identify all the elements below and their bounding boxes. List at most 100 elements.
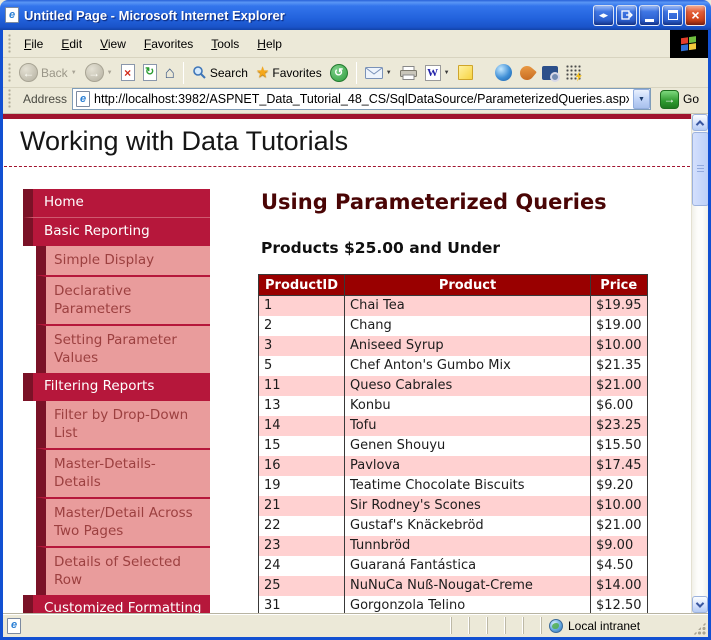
sidebar-item[interactable]: Details of Selected Row [36, 546, 210, 595]
sidebar-item-label: Declarative Parameters [54, 283, 131, 317]
menu-item[interactable]: Tools [202, 32, 248, 56]
sidebar-item[interactable]: Master-Details-Details [36, 448, 210, 497]
menu-item[interactable]: File [15, 32, 52, 56]
close-icon: × [691, 7, 699, 23]
addressbar-grip[interactable] [8, 89, 12, 109]
table-row: 3 Aniseed Syrup $10.00 [259, 336, 648, 356]
popout-window-button[interactable] [616, 5, 637, 26]
address-url[interactable]: http://localhost:3982/ASPNET_Data_Tutori… [94, 92, 629, 106]
edit-with-word-button[interactable]: W ▼ [421, 63, 454, 83]
pan-window-button[interactable]: ◂▸ [593, 5, 614, 26]
toolbar-grip[interactable] [8, 63, 12, 83]
page-top-rule [3, 114, 691, 119]
sidebar-item[interactable]: Filter by Drop-Down List [36, 401, 210, 448]
search-icon [192, 65, 207, 80]
discuss-button[interactable] [454, 63, 477, 82]
scrollbar-thumb[interactable] [692, 132, 708, 206]
table-row: 15 Genen Shouyu $15.50 [259, 436, 648, 456]
cell-price: $17.45 [591, 456, 648, 476]
address-bar: Address e http://localhost:3982/ASPNET_D… [3, 88, 708, 114]
messenger-sphere-icon [495, 64, 512, 81]
research-button[interactable] [516, 64, 538, 82]
sidebar-item-label: Customized Formatting [44, 600, 201, 613]
main-content: Using Parameterized Queries Products $25… [258, 189, 691, 613]
sidebar-item[interactable]: Basic Reporting [23, 217, 210, 246]
address-dropdown-button[interactable]: ▼ [633, 89, 650, 109]
page-icon: e [76, 91, 90, 107]
messenger-button[interactable] [491, 62, 516, 83]
table-row: 14 Tofu $23.25 [259, 416, 648, 436]
favorites-label: Favorites [272, 66, 321, 80]
window-title: Untitled Page - Microsoft Internet Explo… [24, 8, 588, 23]
address-combobox[interactable]: e http://localhost:3982/ASPNET_Data_Tuto… [72, 88, 651, 110]
back-dropdown-icon: ▼ [71, 70, 77, 76]
print-button[interactable] [396, 64, 421, 82]
minimize-button[interactable] [639, 5, 660, 26]
section-subheading: Products $25.00 and Under [261, 239, 691, 257]
vertical-scrollbar[interactable] [691, 114, 708, 613]
favorites-star-icon: ★ [256, 65, 269, 80]
cell-productid: 2 [259, 316, 345, 336]
menu-item[interactable]: Favorites [135, 32, 202, 56]
stop-button[interactable]: × [117, 62, 139, 83]
word-icon: W [425, 65, 441, 81]
home-button[interactable]: ⌂ [161, 62, 179, 83]
menu-item[interactable]: Help [248, 32, 291, 56]
sidebar-item[interactable]: Master/Detail Across Two Pages [36, 497, 210, 546]
stop-icon: × [121, 64, 135, 81]
cell-product: Chef Anton's Gumbo Mix [345, 356, 591, 376]
close-button[interactable]: × [685, 5, 706, 26]
scroll-down-button[interactable] [692, 596, 708, 613]
maximize-icon [668, 10, 678, 20]
cell-product: Gustaf's Knäckebröd [345, 516, 591, 536]
sidebar-item[interactable]: Simple Display [36, 246, 210, 275]
mail-dropdown-icon: ▼ [386, 70, 392, 76]
sidebar-item[interactable]: Customized Formatting [23, 595, 210, 613]
resize-grip[interactable] [693, 622, 706, 635]
cell-product: Gorgonzola Telino [345, 596, 591, 613]
go-button[interactable]: → Go [656, 89, 703, 110]
ie-logo-icon: e [5, 7, 19, 23]
cell-product: Queso Cabrales [345, 376, 591, 396]
reference-button[interactable] [538, 64, 562, 82]
mail-button[interactable]: ▼ [361, 65, 396, 81]
cell-product: Genen Shouyu [345, 436, 591, 456]
chevron-up-icon [696, 120, 704, 128]
maximize-button[interactable] [662, 5, 683, 26]
sidebar-item-label: Details of Selected Row [54, 554, 181, 588]
menu-item[interactable]: View [91, 32, 135, 56]
history-button[interactable]: ↺ [326, 62, 352, 84]
refresh-icon: ↻ [143, 64, 157, 81]
search-button[interactable]: Search [188, 63, 252, 82]
forward-button[interactable]: → ▼ [81, 61, 117, 84]
sidebar-item-label: Filtering Reports [44, 378, 154, 394]
history-icon: ↺ [330, 64, 348, 82]
toolbar-separator [183, 62, 184, 84]
sidebar-item[interactable]: Home [23, 189, 210, 217]
table-row: 2 Chang $19.00 [259, 316, 648, 336]
menu-item[interactable]: Edit [52, 32, 91, 56]
back-button[interactable]: ← Back ▼ [15, 61, 81, 84]
refresh-button[interactable]: ↻ [139, 62, 161, 83]
status-main-pane: e [7, 618, 451, 634]
cell-productid: 14 [259, 416, 345, 436]
web-page: Working with Data Tutorials Home Basic R… [3, 114, 691, 613]
cell-productid: 11 [259, 376, 345, 396]
cell-productid: 16 [259, 456, 345, 476]
favorites-button[interactable]: ★ Favorites [252, 63, 326, 82]
sidebar-item[interactable]: Setting Parameter Values [36, 324, 210, 373]
sidebar-item[interactable]: Filtering Reports [23, 373, 210, 401]
status-page-icon: e [7, 618, 21, 634]
address-label: Address [23, 92, 67, 106]
forward-dropdown-icon: ▼ [107, 70, 113, 76]
cell-product: Tunnbröd [345, 536, 591, 556]
sidebar-item[interactable]: Declarative Parameters [36, 275, 210, 324]
popout-icon [621, 9, 633, 21]
encoding-tool-button[interactable] [562, 63, 586, 83]
menubar-grip[interactable] [8, 34, 12, 54]
scroll-up-button[interactable] [692, 114, 708, 131]
status-pane [451, 617, 469, 634]
cell-product: NuNuCa Nuß-Nougat-Creme [345, 576, 591, 596]
cell-price: $9.00 [591, 536, 648, 556]
products-table: ProductID Product Price 1 [258, 274, 648, 613]
